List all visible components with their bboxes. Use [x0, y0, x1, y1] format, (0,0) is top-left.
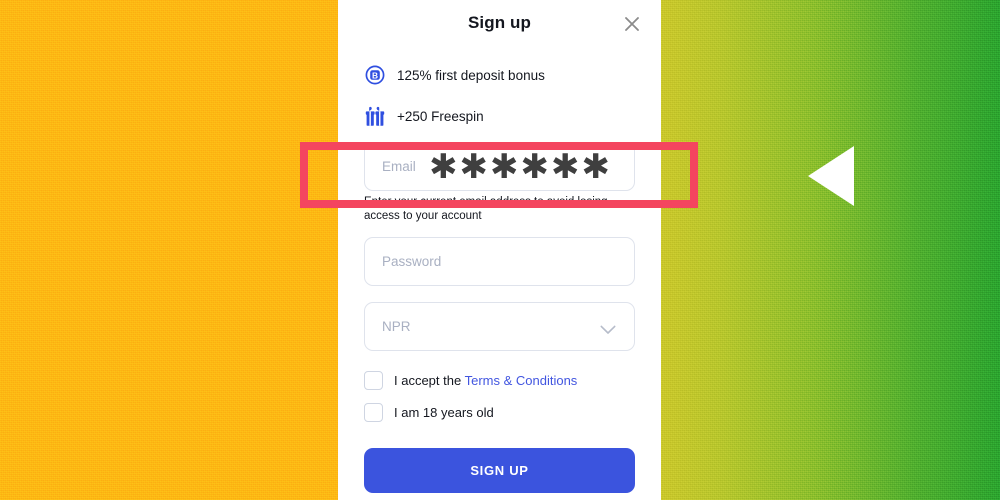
page-title: Sign up [467, 13, 532, 32]
consent-checkboxes: I accept the Terms & Conditions I am 18 … [364, 367, 635, 425]
bonus-item-deposit: B 125% first deposit bonus [351, 60, 648, 90]
currency-select[interactable]: NPR [364, 302, 635, 351]
age-checkbox-label: I am 18 years old [394, 404, 494, 420]
email-field-masked-value: ✱✱✱✱✱✱ [429, 146, 612, 187]
chevron-down-icon [600, 322, 616, 334]
terms-checkbox[interactable] [364, 370, 383, 390]
bonus-item-label: +250 Freespin [397, 108, 484, 124]
terms-checkbox-label: I accept the Terms & Conditions [394, 373, 577, 388]
modal-header: Sign up [351, 0, 648, 50]
left-triangle-icon[interactable] [808, 146, 854, 206]
email-field-hint: Enter your current email address to avoi… [364, 196, 608, 222]
bonus-list: B 125% first deposit bonus +250 Freespin [351, 60, 648, 131]
terms-label-prefix: I accept the [394, 372, 465, 388]
bonus-b-badge-icon: B [364, 64, 386, 86]
age-checkbox-row[interactable]: I am 18 years old [364, 399, 635, 425]
close-icon[interactable] [620, 12, 644, 36]
noise-texture-right [661, 0, 1000, 500]
terms-checkbox-row[interactable]: I accept the Terms & Conditions [364, 367, 635, 393]
gift-icon [364, 105, 386, 127]
bonus-item-label: 125% first deposit bonus [397, 67, 545, 83]
background-left-panel [0, 0, 338, 500]
email-field-placeholder: Email [382, 159, 416, 174]
email-field[interactable]: Email ✱✱✱✱✱✱ [364, 142, 635, 191]
svg-text:B: B [372, 70, 378, 80]
password-field[interactable]: Password [364, 237, 635, 286]
currency-select-value: NPR [382, 319, 411, 334]
bonus-item-freespin: +250 Freespin [351, 101, 648, 131]
password-field-placeholder: Password [382, 254, 442, 269]
noise-texture-left [0, 0, 338, 500]
signup-submit-button[interactable]: SIGN UP [364, 448, 635, 493]
background-right-panel [661, 0, 1000, 500]
signup-modal: Sign up B 125% first deposit bonus +250 … [338, 0, 661, 500]
terms-and-conditions-link[interactable]: Terms & Conditions [465, 373, 578, 388]
age-checkbox[interactable] [364, 402, 383, 422]
